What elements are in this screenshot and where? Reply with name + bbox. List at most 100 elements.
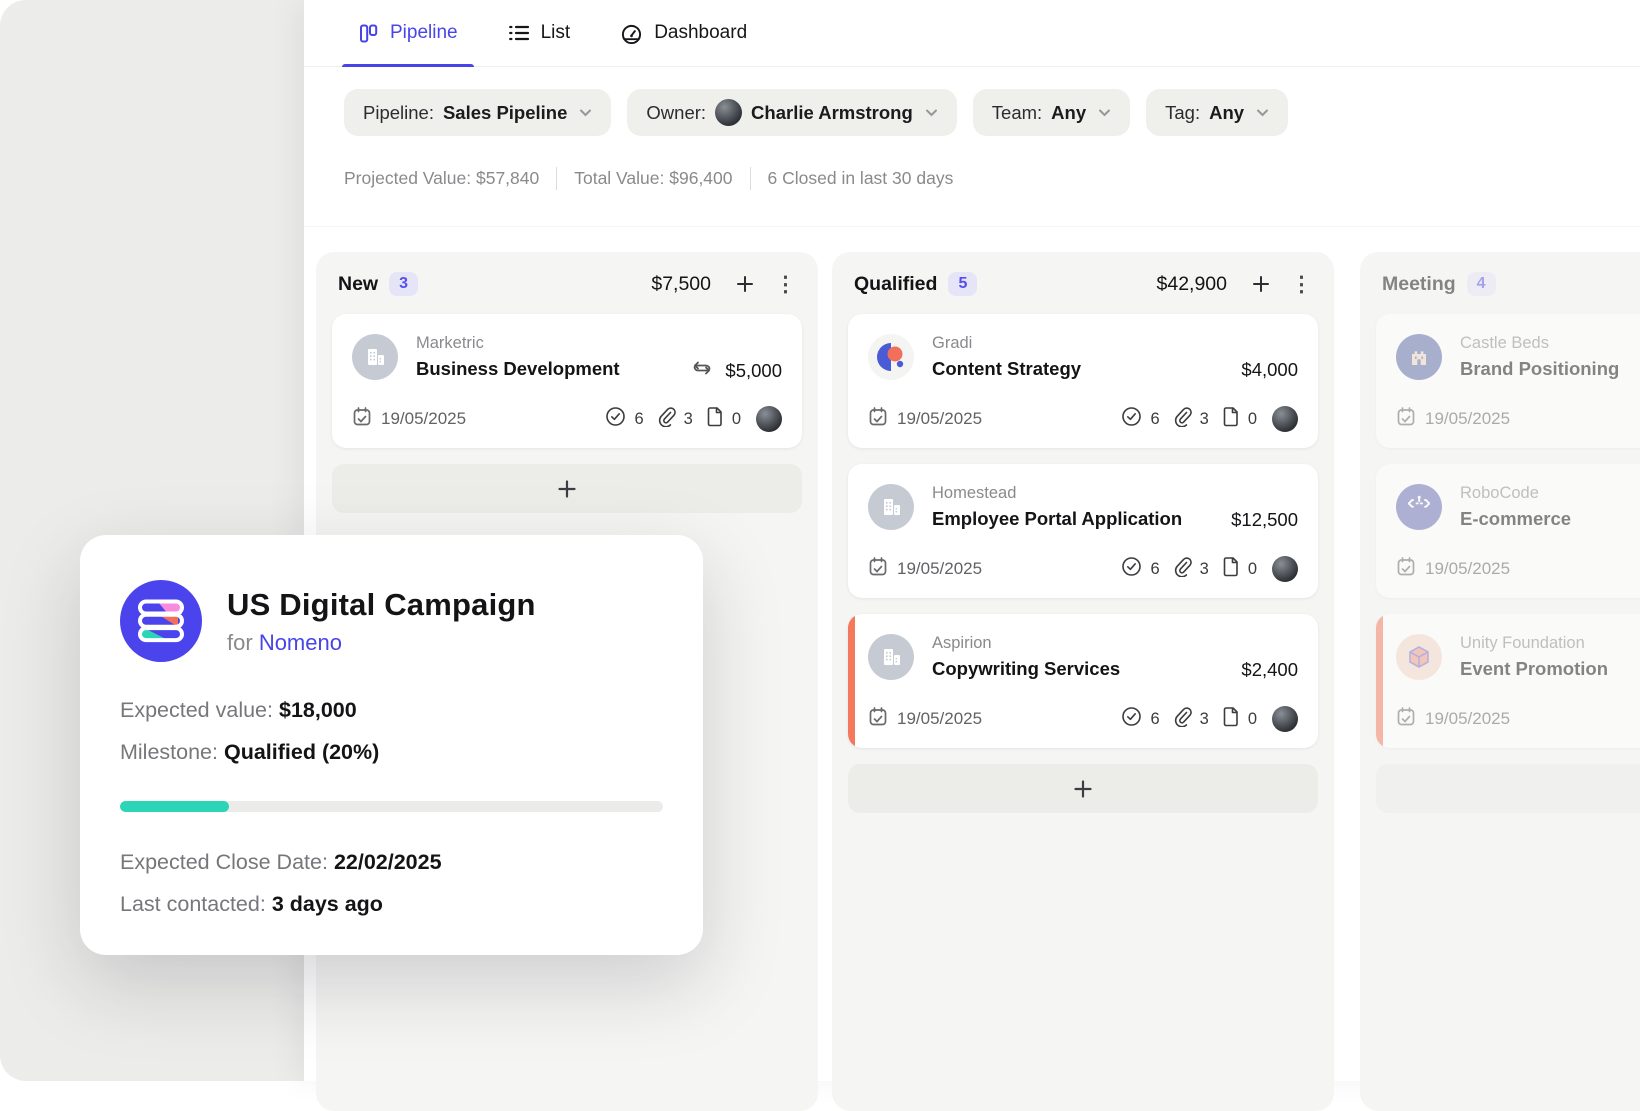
deal-card-gradi[interactable]: Gradi Content Strategy $4,000 19/05/2025	[848, 314, 1318, 448]
due-date: 19/05/2025	[897, 559, 982, 579]
expected-value-row: Expected value: $18,000	[120, 698, 663, 723]
chevron-down-icon	[1098, 108, 1111, 117]
files-count: 0	[732, 410, 741, 429]
company-name: Homestead	[932, 484, 1182, 503]
attachments-count: 3	[1200, 710, 1209, 729]
deal-value: $5,000	[725, 360, 782, 382]
filter-owner[interactable]: Owner: Charlie Armstrong	[627, 89, 956, 136]
paperclip-icon	[1172, 706, 1192, 732]
company-logo-cube-icon	[1396, 634, 1442, 680]
filter-label: Owner:	[646, 102, 706, 124]
filter-pipeline[interactable]: Pipeline: Sales Pipeline	[344, 89, 611, 136]
nomeno-logo	[120, 580, 202, 662]
total-value: Total Value: $96,400	[574, 168, 732, 189]
deal-title: E-commerce	[1460, 508, 1571, 530]
deal-card-unity-foundation[interactable]: Unity Foundation Event Promotion 19/05/2…	[1376, 614, 1640, 748]
client-link[interactable]: Nomeno	[259, 630, 342, 655]
due-date: 19/05/2025	[1425, 409, 1510, 429]
check-circle-icon	[1121, 406, 1142, 432]
paperclip-icon	[656, 406, 676, 432]
calendar-icon	[1396, 556, 1416, 582]
attachments-count: 3	[1200, 560, 1209, 579]
company-name: Marketric	[416, 334, 620, 353]
filter-label: Tag:	[1165, 102, 1200, 124]
milestone-row: Milestone: Qualified (20%)	[120, 740, 663, 765]
filter-team[interactable]: Team: Any	[973, 89, 1130, 136]
kanban-icon	[358, 23, 379, 44]
add-deal-button[interactable]	[735, 274, 755, 294]
column-menu-button[interactable]: ⋮	[1291, 274, 1312, 295]
filter-tag[interactable]: Tag: Any	[1146, 89, 1288, 136]
deal-card-homestead[interactable]: Homestead Employee Portal Application $1…	[848, 464, 1318, 598]
deal-preview-popup: US Digital Campaign for Nomeno Expected …	[80, 535, 703, 955]
calendar-icon	[868, 556, 888, 582]
files-count: 0	[1248, 560, 1257, 579]
company-logo-gradi	[868, 334, 914, 380]
filter-label: Team:	[992, 102, 1042, 124]
company-name: Gradi	[932, 334, 1081, 353]
divider	[556, 167, 557, 190]
deal-card-castle-beds[interactable]: Castle Beds Brand Positioning 19/05/2025	[1376, 314, 1640, 448]
recurring-icon	[691, 359, 713, 382]
add-deal-button[interactable]	[1251, 274, 1271, 294]
owner-avatar	[715, 99, 742, 126]
filter-value: Sales Pipeline	[443, 102, 567, 124]
checks-count: 6	[1150, 710, 1159, 729]
filter-value: Charlie Armstrong	[751, 102, 913, 124]
add-card-tile[interactable]	[848, 764, 1318, 813]
calendar-icon	[868, 406, 888, 432]
column-header: New 3 $7,500 ⋮	[316, 252, 818, 314]
attachments-count: 3	[684, 410, 693, 429]
deal-card-robocode[interactable]: RoboCode E-commerce 19/05/2025	[1376, 464, 1640, 598]
progress-fill	[120, 801, 229, 812]
check-circle-icon	[1121, 706, 1142, 732]
column-name: New	[338, 273, 378, 296]
last-contacted: 3 days ago	[272, 892, 383, 916]
close-date: 22/02/2025	[334, 850, 442, 874]
milestone-value: Qualified (20%)	[224, 740, 379, 764]
deal-title: Event Promotion	[1460, 658, 1608, 680]
add-card-tile[interactable]	[332, 464, 802, 513]
column-qualified: Qualified 5 $42,900 ⋮ Gradi Content St	[832, 252, 1334, 1111]
milestone-label: Milestone:	[120, 740, 218, 764]
assignee-avatar	[1272, 706, 1298, 732]
checks-count: 6	[1150, 560, 1159, 579]
deal-title: Brand Positioning	[1460, 358, 1619, 380]
deal-value: $2,400	[1241, 659, 1298, 681]
priority-stripe	[848, 614, 855, 748]
divider	[750, 167, 751, 190]
files-count: 0	[1248, 410, 1257, 429]
deal-title: Employee Portal Application	[932, 508, 1182, 530]
expected-value: $18,000	[279, 698, 357, 722]
close-date-label: Expected Close Date:	[120, 850, 328, 874]
list-icon	[508, 23, 530, 43]
column-count-badge: 3	[389, 272, 418, 296]
tab-list[interactable]: List	[508, 0, 571, 66]
tab-pipeline[interactable]: Pipeline	[358, 0, 458, 66]
pipeline-stats: Projected Value: $57,840 Total Value: $9…	[304, 136, 1640, 190]
deal-card-marketric[interactable]: Marketric Business Development $5,000	[332, 314, 802, 448]
calendar-icon	[868, 706, 888, 732]
gauge-icon	[620, 23, 643, 44]
divider	[304, 226, 1640, 227]
tab-label: List	[541, 22, 571, 44]
column-meeting: Meeting 4 Castle Beds Brand Positioning	[1360, 252, 1640, 1111]
closed-count: 6 Closed in last 30 days	[768, 168, 954, 189]
filter-label: Pipeline:	[363, 102, 434, 124]
file-icon	[1221, 706, 1240, 732]
assignee-avatar	[756, 406, 782, 432]
column-total: $42,900	[1157, 273, 1228, 296]
company-name: Aspirion	[932, 634, 1120, 653]
calendar-icon	[1396, 706, 1416, 732]
deal-card-aspirion[interactable]: Aspirion Copywriting Services $2,400 19/…	[848, 614, 1318, 748]
projected-value: Projected Value: $57,840	[344, 168, 539, 189]
tab-dashboard[interactable]: Dashboard	[620, 0, 747, 66]
file-icon	[1221, 406, 1240, 432]
column-menu-button[interactable]: ⋮	[775, 274, 796, 295]
add-card-tile[interactable]	[1376, 764, 1640, 813]
checks-count: 6	[1150, 410, 1159, 429]
filter-value: Any	[1209, 102, 1244, 124]
filter-value: Any	[1051, 102, 1086, 124]
expected-value-label: Expected value:	[120, 698, 273, 722]
paperclip-icon	[1172, 406, 1192, 432]
